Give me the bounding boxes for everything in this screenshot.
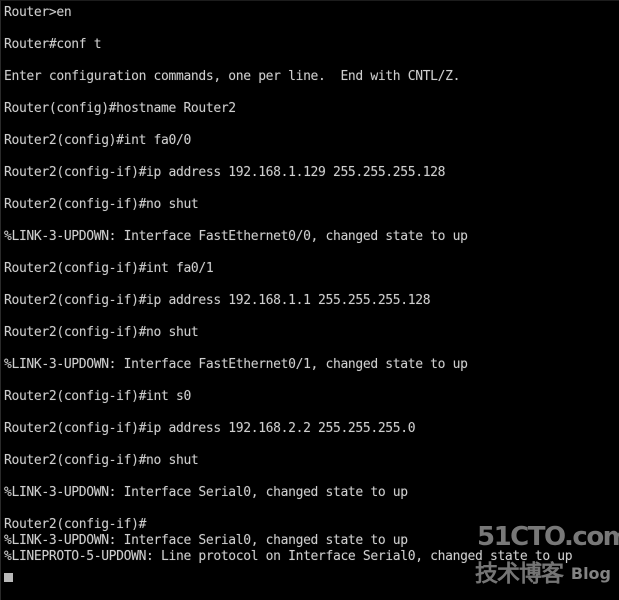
terminal-line: Router2(config-if)#int s0	[4, 389, 191, 404]
terminal-line: %LINK-3-UPDOWN: Interface Serial0, chang…	[4, 533, 408, 548]
terminal-line: Router>en	[4, 5, 72, 20]
terminal-line: Router2(config-if)#int fa0/1	[4, 261, 214, 276]
terminal-line: %LINK-3-UPDOWN: Interface FastEthernet0/…	[4, 357, 468, 372]
terminal-line: Router2(config)#int fa0/0	[4, 133, 191, 148]
terminal-line: %LINK-3-UPDOWN: Interface Serial0, chang…	[4, 485, 408, 500]
terminal-cursor-row	[4, 565, 619, 583]
terminal-line: Router#conf t	[4, 37, 102, 52]
terminal-line: Router2(config-if)#no shut	[4, 453, 199, 468]
terminal-line: Router2(config-if)#ip address 192.168.2.…	[4, 421, 416, 436]
terminal-line: Router2(config-if)#no shut	[4, 325, 199, 340]
terminal-line: Router2(config-if)#no shut	[4, 197, 199, 212]
terminal-line: Router(config)#hostname Router2	[4, 101, 236, 116]
terminal-line-list: Router>en Router#conf t Enter configuratio…	[4, 5, 619, 565]
terminal-line: Router2(config-if)#ip address 192.168.1.…	[4, 165, 446, 180]
terminal-line: Router2(config-if)#ip address 192.168.1.…	[4, 293, 431, 308]
terminal-line: %LINEPROTO-5-UPDOWN: Line protocol on In…	[4, 549, 573, 564]
console-output: Router>en Router#conf t Enter configuratio…	[1, 1, 619, 583]
terminal-line: %LINK-3-UPDOWN: Interface FastEthernet0/…	[4, 229, 468, 244]
terminal-window[interactable]: Router>en Router#conf t Enter configuratio…	[0, 0, 619, 600]
terminal-line: Router2(config-if)#	[4, 517, 147, 532]
text-cursor	[4, 573, 13, 582]
terminal-line: Enter configuration commands, one per li…	[4, 69, 461, 84]
